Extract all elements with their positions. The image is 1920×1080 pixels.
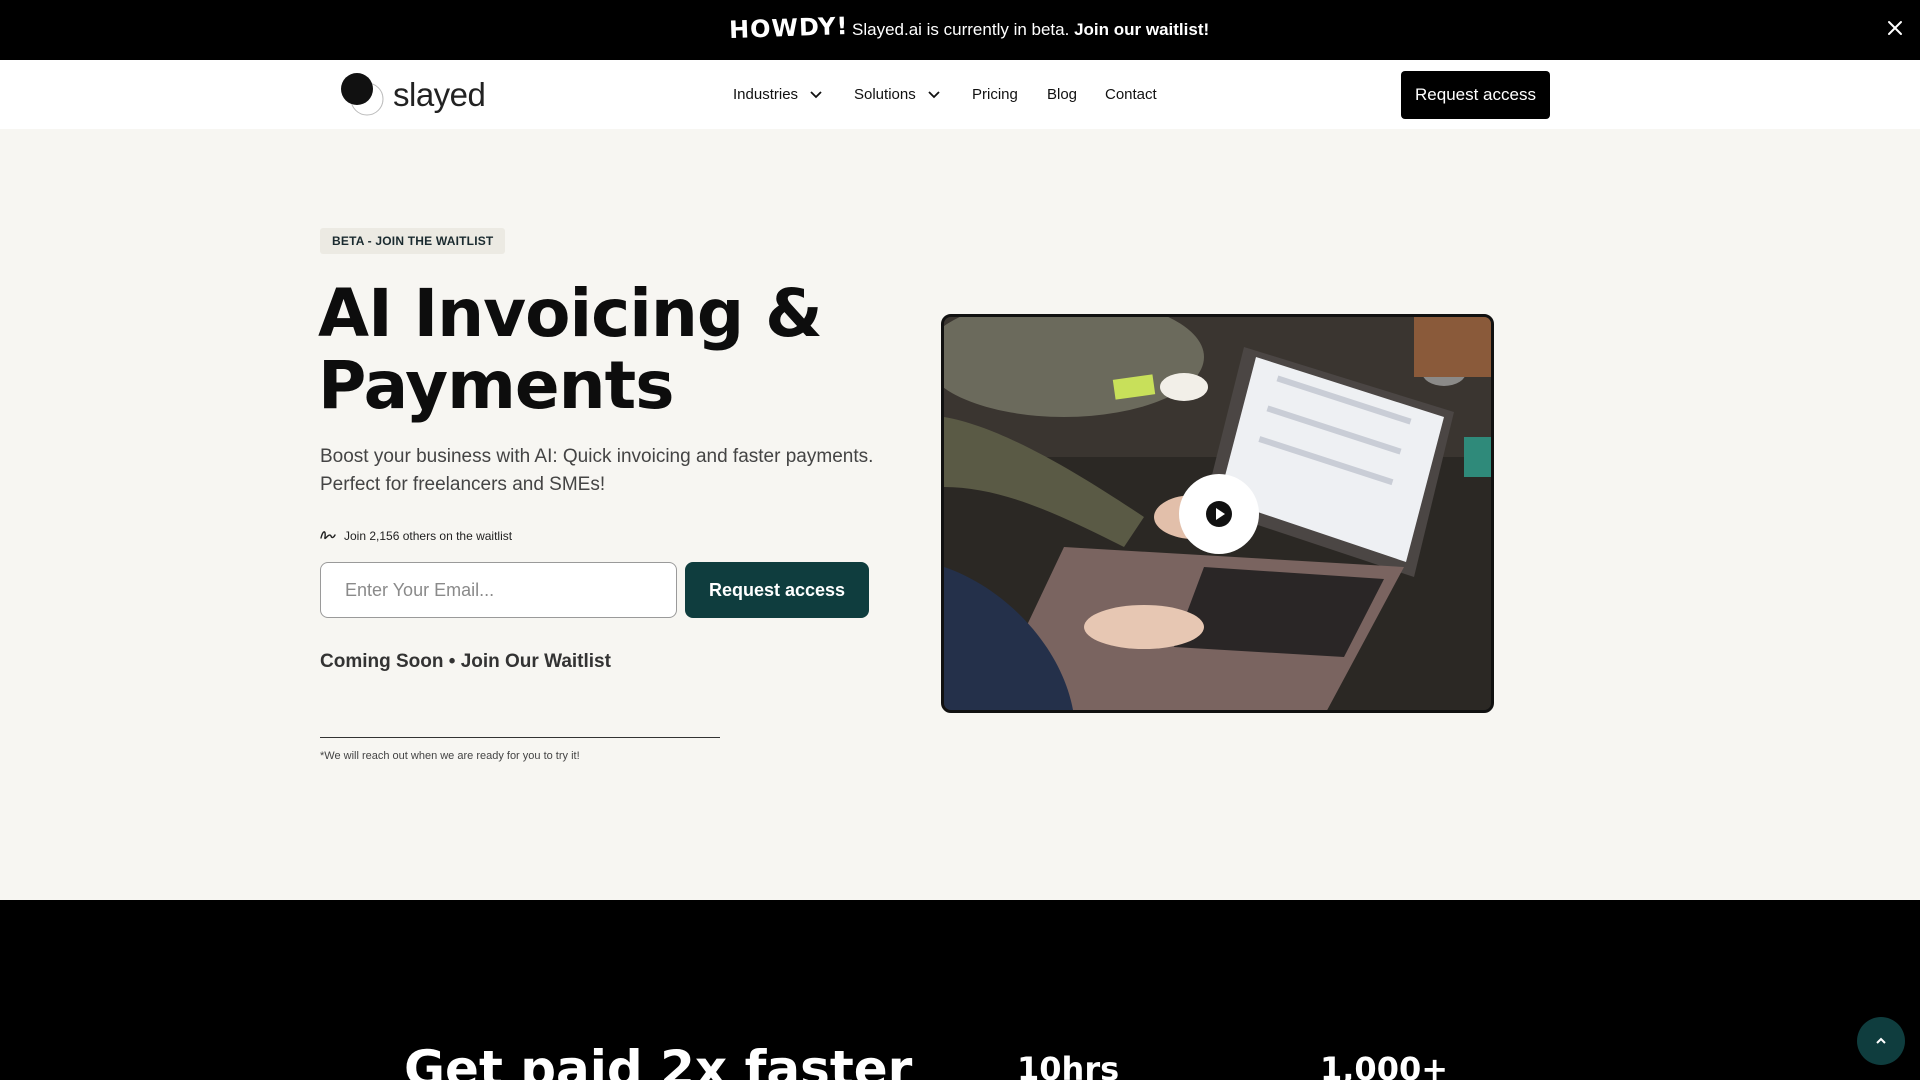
waitlist-count-text: Join 2,156 others on the waitlist xyxy=(344,529,513,543)
nav-item-label: Industries xyxy=(733,86,799,103)
waitlist-count: Join 2,156 others on the waitlist xyxy=(320,528,512,544)
chevron-up-icon xyxy=(1876,1037,1886,1044)
stats-section xyxy=(0,900,1920,1080)
hero-subtitle-line: Boost your business with AI: Quick invoi… xyxy=(320,446,874,467)
close-icon[interactable] xyxy=(1884,17,1906,39)
divider xyxy=(320,737,720,738)
stat-value: 1,000+ xyxy=(1320,1050,1449,1080)
announcement-bar: HOWDY! Slayed.ai is currently in beta. J… xyxy=(0,0,1920,60)
stat-value: 10hrs xyxy=(1017,1050,1120,1080)
beta-badge: BETA - JOIN THE WAITLIST xyxy=(320,228,506,254)
hero-title-line: AI Invoicing & xyxy=(318,275,823,352)
nav-item-blog[interactable]: Blog xyxy=(1047,86,1077,103)
nav-item-industries[interactable]: Industries xyxy=(733,86,822,103)
hero-subtitle-line: Perfect for freelancers and SMEs! xyxy=(320,474,606,495)
chevron-down-icon xyxy=(928,91,940,99)
main-nav: slayed Industries Solutions Pricing Blog… xyxy=(0,60,1920,129)
play-button[interactable] xyxy=(1179,474,1259,554)
nav-item-pricing[interactable]: Pricing xyxy=(972,86,1018,103)
request-access-button[interactable]: Request access xyxy=(1401,71,1550,119)
product-video[interactable] xyxy=(941,314,1494,713)
nav-item-label: Solutions xyxy=(854,86,916,103)
logo-text: slayed xyxy=(393,76,486,113)
footnote: *We will reach out when we are ready for… xyxy=(320,750,580,762)
nav-item-solutions[interactable]: Solutions xyxy=(854,86,940,103)
play-icon xyxy=(1206,501,1232,527)
logo[interactable]: slayed xyxy=(340,72,490,118)
waitlist-link[interactable]: Join our waitlist! xyxy=(1074,20,1209,39)
hero-title: AI Invoicing & Payments xyxy=(318,278,878,422)
announcement-text: Slayed.ai is currently in beta. xyxy=(852,20,1070,39)
stats-headline-text: Get paid 2x faster xyxy=(404,1040,913,1080)
email-field[interactable] xyxy=(320,562,677,618)
hero-title-line: Payments xyxy=(318,347,674,424)
squiggle-icon xyxy=(320,531,336,540)
hero-request-access-button[interactable]: Request access xyxy=(685,562,869,618)
coming-soon-text: Coming Soon • Join Our Waitlist xyxy=(320,651,611,672)
nav-item-contact[interactable]: Contact xyxy=(1105,86,1157,103)
scroll-to-top-button[interactable] xyxy=(1857,1017,1905,1065)
hero-subtitle: Boost your business with AI: Quick invoi… xyxy=(320,443,880,499)
chevron-down-icon xyxy=(810,91,822,99)
announcement-message: Slayed.ai is currently in beta. Join our… xyxy=(852,20,1209,40)
logo-mark-icon xyxy=(341,73,384,116)
howdy-wordmark: HOWDY! xyxy=(728,11,849,45)
stats-headline: Get paid 2x faster xyxy=(404,1040,912,1080)
